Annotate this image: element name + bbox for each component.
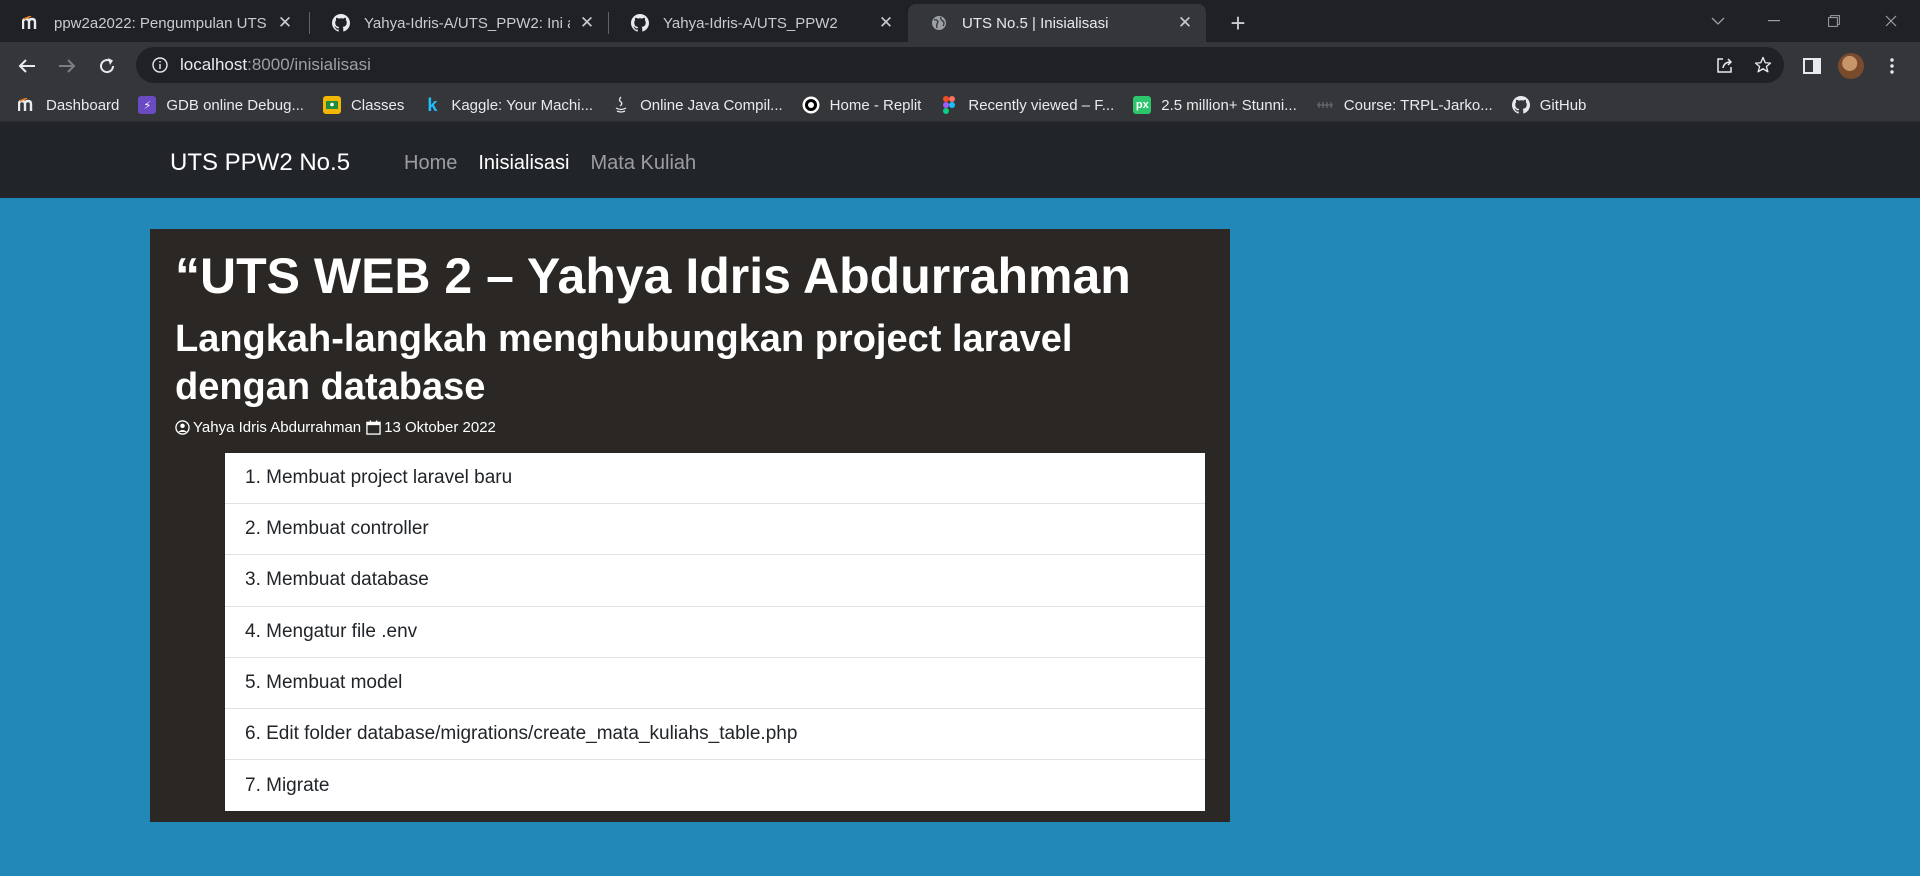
bookmarks-bar: Dashboard ⚡ GDB online Debug... Classes … [0,89,1920,122]
github-icon [631,14,649,32]
article-subtitle: Langkah-langkah menghubungkan project la… [175,318,1073,408]
bookmark-course[interactable]: Course: TRPL-Jarko... [1316,96,1493,114]
github-icon [332,14,350,32]
java-icon [612,96,630,114]
bookmark-label: Recently viewed – F... [968,96,1115,114]
address-bar[interactable]: localhost:8000/inisialisasi [136,47,1784,83]
nav-link-inisialisasi[interactable]: Inisialisasi [478,152,569,175]
bookmark-classes[interactable]: Classes [322,96,405,114]
tab-github-repo-desc[interactable]: Yahya-Idris-A/UTS_PPW2: Ini adalah ✕ [310,4,608,42]
profile-avatar[interactable] [1838,53,1864,79]
article-meta: Yahya Idris Abdurrahman 13 Oktober 2022 [175,419,496,436]
tab-uts-inisialisasi[interactable]: UTS No.5 | Inisialisasi ✕ [908,4,1206,42]
tab-title: ppw2a2022: Pengumpulan UTS [54,14,267,32]
url-text: localhost:8000/inisialisasi [180,55,371,75]
bookmark-label: Home - Replit [829,96,922,114]
list-item: 7. Migrate [245,774,330,796]
bookmark-pixabay[interactable]: px 2.5 million+ Stunni... [1133,96,1297,114]
bookmark-figma[interactable]: Recently viewed – F... [940,96,1114,114]
bookmark-label: Course: TRPL-Jarko... [1343,96,1493,114]
close-icon[interactable]: ✕ [276,13,294,32]
pixabay-icon: px [1133,96,1152,114]
list-item: 2. Membuat controller [225,504,1205,556]
nav-links: Home Inisialisasi Mata Kuliah [404,152,696,175]
browser-toolbar: localhost:8000/inisialisasi [0,42,1920,89]
bookmark-label: 2.5 million+ Stunni... [1161,96,1297,114]
gdb-icon: ⚡ [138,96,157,114]
bookmark-replit[interactable]: Home - Replit [802,96,922,114]
replit-icon [802,96,820,114]
bookmark-gdb[interactable]: ⚡ GDB online Debug... [138,96,304,114]
site-brand[interactable]: UTS PPW2 No.5 [170,149,350,177]
course-icon [1316,96,1334,114]
reload-icon[interactable] [89,48,125,84]
close-window-icon[interactable] [1868,6,1914,36]
forward-icon[interactable] [49,48,85,84]
list-item: 4. Mengatur file .env [225,607,1205,658]
user-circle-icon [175,420,190,435]
tab-search-icon[interactable] [1695,6,1741,36]
minimize-icon[interactable] [1751,6,1797,36]
close-icon[interactable]: ✕ [1176,13,1194,32]
list-item: 1. Membuat project laravel baru [225,453,1205,505]
calendar-icon [366,420,381,435]
close-icon[interactable]: ✕ [877,13,895,32]
bookmark-label: Online Java Compil... [640,96,783,114]
browser-tab-strip: ppw2a2022: Pengumpulan UTS ✕ Yahya-Idris… [0,0,1920,42]
bookmark-label: Classes [350,96,405,114]
bookmark-kaggle[interactable]: k Kaggle: Your Machi... [423,94,594,115]
bookmark-java[interactable]: Online Java Compil... [612,96,783,114]
article-card: “UTS WEB 2 – Yahya Idris Abdurrahman Lan… [150,229,1230,822]
classroom-icon [322,96,341,114]
tab-github-repo[interactable]: Yahya-Idris-A/UTS_PPW2 ✕ [609,4,907,42]
bookmark-star-icon[interactable] [1748,50,1778,80]
share-icon[interactable] [1710,50,1740,80]
figma-icon [940,96,958,114]
url-host: localhost [180,55,248,74]
bookmark-label: Kaggle: Your Machi... [451,96,594,114]
menu-kebab-icon[interactable] [1874,48,1910,84]
list-item: 3. Membuat database [225,555,1205,607]
list-item: 5. Membuat model [225,658,1205,709]
new-tab-button[interactable]: + [1222,7,1254,39]
close-icon[interactable]: ✕ [578,13,596,32]
site-navbar: UTS PPW2 No.5 Home Inisialisasi Mata Kul… [0,122,1920,198]
bookmark-label: GDB online Debug... [166,96,304,114]
nav-link-mata-kuliah[interactable]: Mata Kuliah [591,152,697,175]
tab-title: Yahya-Idris-A/UTS_PPW2 [663,14,838,32]
bookmark-dashboard[interactable]: Dashboard [18,96,119,114]
restore-icon[interactable] [1811,6,1857,36]
tab-moodle[interactable]: ppw2a2022: Pengumpulan UTS ✕ [0,4,306,42]
moodle-icon [18,96,36,114]
article-author: Yahya Idris Abdurrahman [193,419,362,436]
article-title: “UTS WEB 2 – Yahya Idris Abdurrahman [175,248,1131,304]
url-path: :8000/inisialisasi [247,55,371,74]
moodle-icon [22,14,40,32]
tab-title: UTS No.5 | Inisialisasi [962,14,1109,32]
article-date: 13 Oktober 2022 [384,419,496,436]
nav-link-home[interactable]: Home [404,152,457,175]
github-icon [1511,96,1530,114]
tab-title: Yahya-Idris-A/UTS_PPW2: Ini adalah [364,14,570,32]
site-info-icon[interactable] [142,57,178,73]
kaggle-icon: k [427,94,438,115]
bookmark-github[interactable]: GitHub [1511,96,1587,114]
bookmark-label: Dashboard [46,96,120,114]
globe-icon [930,14,948,32]
list-item: 6. Edit folder database/migrations/creat… [225,709,1205,761]
side-panel-icon[interactable] [1794,48,1830,84]
bookmark-label: GitHub [1539,96,1587,114]
back-icon[interactable] [9,48,45,84]
steps-list: 1. Membuat project laravel baru 2. Membu… [225,453,1205,812]
